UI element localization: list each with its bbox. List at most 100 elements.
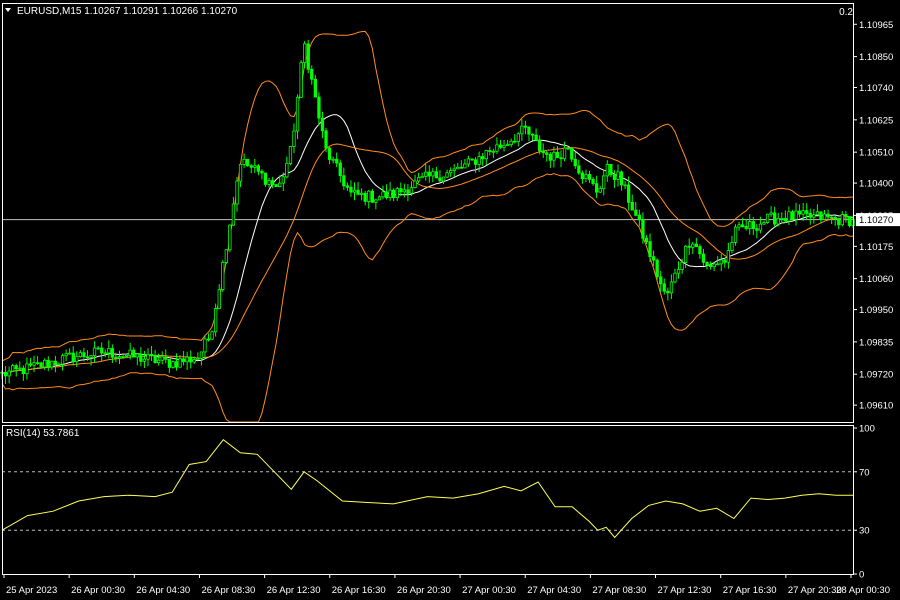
candle-body	[580, 172, 584, 179]
candle-body	[210, 331, 214, 340]
candle-body	[114, 356, 118, 359]
candle-body	[57, 363, 61, 366]
candle-body	[196, 357, 200, 360]
candle-body	[659, 276, 663, 285]
candle-body	[595, 183, 599, 193]
candle-body	[498, 144, 503, 148]
candle-body	[310, 68, 314, 80]
candle	[224, 249, 229, 265]
candle-body	[206, 338, 211, 341]
candle-body	[320, 117, 325, 132]
candle-body	[552, 151, 556, 161]
candle-body	[602, 175, 606, 189]
candle-body	[598, 188, 602, 193]
candle-body	[324, 130, 328, 149]
candle-body	[370, 190, 375, 203]
candle-body	[356, 189, 360, 195]
candle-body	[406, 189, 410, 194]
current-price-tag: 1.10270	[856, 213, 900, 227]
candle-body	[164, 356, 168, 360]
price-axis-label: 1.10400	[859, 179, 893, 190]
candle-body	[231, 203, 236, 226]
candle	[765, 213, 770, 224]
candle	[213, 303, 218, 337]
candle-body	[60, 355, 65, 365]
candle-body	[463, 163, 467, 169]
candle-body	[438, 177, 442, 182]
candle-body	[78, 352, 82, 358]
candle-body	[253, 165, 257, 168]
price-axis-label: 1.09720	[859, 370, 893, 381]
candle-body	[46, 359, 50, 368]
candle-body	[840, 213, 844, 226]
candle-body	[245, 158, 250, 167]
candle-body	[555, 151, 560, 159]
candle-body	[847, 216, 852, 227]
candle	[306, 39, 310, 74]
trading-chart[interactable]: EURUSD,M15 1.10267 1.10291 1.10266 1.102…	[0, 0, 900, 600]
candle-body	[18, 367, 22, 370]
candle-body	[623, 184, 627, 187]
candle-body	[167, 358, 172, 368]
candle-body	[456, 166, 460, 170]
candle-body	[82, 352, 86, 358]
candle-body	[14, 365, 18, 370]
candle-body	[50, 360, 54, 368]
candle-body	[121, 355, 125, 358]
candle-body	[409, 187, 414, 194]
candle-body	[822, 213, 827, 220]
time-axis-label: 26 Apr 12:30	[267, 585, 321, 596]
candle-body	[448, 170, 453, 174]
candle-body	[413, 180, 417, 188]
time-axis-label: 26 Apr 00:30	[71, 585, 125, 596]
candle-body	[132, 349, 136, 358]
candle-body	[473, 159, 478, 165]
candle-body	[178, 358, 182, 368]
candle	[263, 172, 268, 187]
candle-body	[652, 256, 656, 261]
candle-body	[92, 347, 97, 356]
candle-body	[737, 224, 741, 228]
candle-body	[634, 209, 638, 216]
candle-body	[89, 355, 93, 358]
candle-body	[242, 158, 246, 165]
candle-body	[484, 150, 488, 160]
candle-body	[399, 188, 403, 193]
candle-body	[627, 184, 631, 203]
candle-body	[434, 171, 439, 179]
candle-body	[199, 351, 204, 359]
candle-body	[278, 182, 282, 188]
candle-body	[160, 356, 164, 361]
candle-body	[566, 147, 570, 150]
candle-body	[491, 150, 496, 153]
candle-body	[577, 165, 581, 174]
candle-body	[424, 171, 428, 177]
candle-body	[826, 213, 830, 218]
candle-body	[285, 162, 289, 178]
candle-body	[402, 189, 407, 193]
price-axis-label: 1.09950	[859, 305, 893, 316]
candle-body	[43, 359, 47, 368]
candle-body	[53, 360, 58, 366]
candle-body	[705, 261, 709, 266]
candle-body	[331, 158, 335, 161]
candle-body	[335, 158, 339, 164]
corner-value: 0.2	[839, 7, 853, 18]
candle-body	[459, 166, 464, 169]
candle-body	[505, 144, 510, 147]
candle-body	[288, 146, 293, 164]
candle-body	[306, 43, 310, 70]
time-axis-label: 28 Apr 00:30	[836, 585, 890, 596]
candle-body	[584, 174, 588, 179]
candle-body	[673, 272, 677, 283]
candle-body	[327, 147, 332, 160]
candle-body	[149, 353, 154, 356]
candle-body	[751, 221, 755, 230]
candle-body	[530, 133, 535, 136]
candle-body	[221, 262, 225, 291]
candle-body	[441, 176, 446, 182]
candle-body	[488, 150, 492, 153]
candle-body	[388, 189, 392, 198]
candle-body	[224, 249, 229, 263]
candle-body	[249, 165, 253, 168]
